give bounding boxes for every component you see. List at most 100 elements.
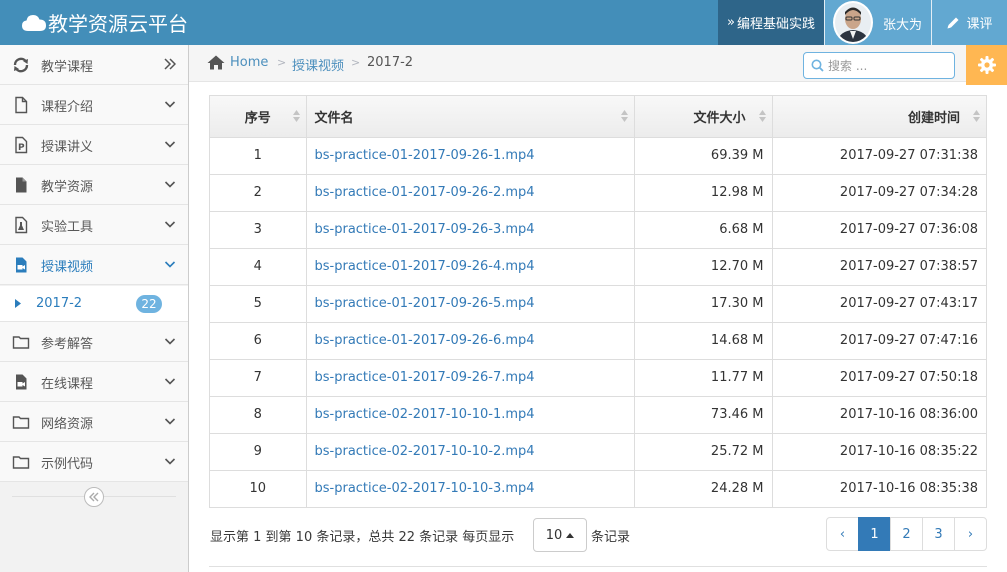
- chevron-down-icon: [164, 418, 176, 425]
- file-link[interactable]: bs-practice-01-2017-09-26-3.mp4: [305, 210, 635, 249]
- file-link[interactable]: bs-practice-01-2017-09-26-1.mp4: [305, 136, 635, 175]
- column-header-created[interactable]: 创建时间: [771, 96, 986, 138]
- cell-no: 9: [210, 432, 307, 471]
- sidebar-item-label: 在线课程: [41, 377, 94, 392]
- breadcrumb-separator: >: [351, 56, 361, 69]
- page-size-select[interactable]: 10: [533, 518, 587, 552]
- column-header-filename[interactable]: 文件名: [305, 96, 635, 138]
- sidebar-item-label: 课程介绍: [41, 100, 94, 115]
- sidebar-item-label: 教学资源: [41, 180, 94, 195]
- file-link[interactable]: bs-practice-02-2017-10-10-2.mp4: [305, 432, 635, 471]
- cell-created: 2017-09-27 07:50:18: [771, 358, 986, 397]
- cell-no: 7: [210, 358, 307, 397]
- cell-created: 2017-10-16 08:35:22: [771, 432, 986, 471]
- cell-no: 2: [210, 173, 307, 212]
- search-input[interactable]: [828, 56, 948, 75]
- column-header-label: 序号: [244, 110, 271, 126]
- table-row: 9 bs-practice-02-2017-10-10-2.mp4 25.72 …: [210, 432, 986, 471]
- folder-icon: [12, 456, 30, 469]
- sidebar-item-lecture-notes[interactable]: P 授课讲义: [0, 125, 188, 165]
- pagination-next-button[interactable]: ›: [954, 517, 987, 551]
- chevron-down-icon: [164, 101, 176, 108]
- file-link[interactable]: bs-practice-01-2017-09-26-6.mp4: [305, 321, 635, 360]
- file-link[interactable]: bs-practice-01-2017-09-26-4.mp4: [305, 247, 635, 286]
- file-link[interactable]: bs-practice-02-2017-10-10-3.mp4: [305, 469, 635, 508]
- sidebar-item-label: 授课视频: [41, 260, 94, 275]
- column-header-filesize[interactable]: 文件大小: [633, 96, 773, 138]
- table-row: 2 bs-practice-01-2017-09-26-2.mp4 12.98 …: [210, 173, 986, 212]
- sidebar-item-reference-answers[interactable]: 参考解答: [0, 322, 188, 362]
- file-icon: [15, 96, 28, 114]
- sidebar: 教学课程 课程介绍 P 授课讲义 教学资源 实验工具 授课视频 2017-2 2…: [0, 45, 189, 572]
- file-solid-icon: [16, 177, 27, 193]
- settings-button[interactable]: [966, 45, 1007, 85]
- course-link-label: 编程基础实践: [736, 17, 815, 32]
- sidebar-item-lab-tools[interactable]: 实验工具: [0, 205, 188, 245]
- file-table-container: 序号 文件名 文件大小 创建时间 1 bs-practice-01-2017-0…: [209, 95, 987, 508]
- cell-no: 6: [210, 321, 307, 360]
- cell-size: 12.98 M: [633, 173, 773, 212]
- file-link[interactable]: bs-practice-01-2017-09-26-7.mp4: [305, 358, 635, 397]
- eval-link[interactable]: 课评: [932, 0, 1007, 45]
- cell-created: 2017-09-27 07:36:08: [771, 210, 986, 249]
- sidebar-subitem-2017-2[interactable]: 2017-2 22: [0, 286, 188, 322]
- cell-no: 4: [210, 247, 307, 286]
- pagination-prev-button[interactable]: ‹: [826, 517, 859, 551]
- brand[interactable]: 教学资源云平台: [22, 0, 188, 45]
- file-link[interactable]: bs-practice-01-2017-09-26-5.mp4: [305, 284, 635, 323]
- user-photo-icon: [835, 3, 871, 42]
- cell-created: 2017-09-27 07:34:28: [771, 173, 986, 212]
- refresh-icon: [13, 57, 29, 73]
- sidebar-item-label: 实验工具: [41, 220, 94, 235]
- sidebar-item-web-resources[interactable]: 网络资源: [0, 402, 188, 442]
- home-icon: [207, 55, 225, 70]
- user-menu[interactable]: 张大为: [825, 0, 931, 45]
- gear-icon: [977, 56, 996, 74]
- column-header-label: 文件大小: [693, 110, 746, 126]
- pagination-summary: 显示第 1 到第 10 条记录，总共 22 条记录 每页显示: [210, 530, 515, 545]
- pagination-page-3[interactable]: 3: [922, 517, 955, 551]
- sidebar-item-teaching-resources[interactable]: 教学资源: [0, 165, 188, 205]
- sidebar-subitem-label: 2017-2: [36, 296, 83, 311]
- pagination: ‹ 1 2 3 ›: [826, 517, 987, 551]
- sidebar-item-online-courses[interactable]: 在线课程: [0, 362, 188, 402]
- table-row: 10 bs-practice-02-2017-10-10-3.mp4 24.28…: [210, 469, 986, 508]
- folder-icon: [12, 336, 30, 349]
- sidebar-item-label: 授课讲义: [41, 140, 94, 155]
- column-header-no[interactable]: 序号: [210, 96, 307, 138]
- top-navbar: 教学资源云平台 » 编程基础实践 张大为 课评: [0, 0, 1007, 45]
- sort-icon: [973, 110, 980, 122]
- file-powerpoint-icon: P: [15, 136, 28, 154]
- breadcrumb-level1-link[interactable]: 授课视频: [292, 55, 344, 74]
- sidebar-item-label: 示例代码: [41, 457, 94, 472]
- pagination-page-1[interactable]: 1: [858, 517, 891, 551]
- sidebar-item-lecture-videos[interactable]: 授课视频: [0, 245, 188, 285]
- file-link[interactable]: bs-practice-02-2017-10-10-1.mp4: [305, 395, 635, 434]
- sidebar-collapse-button[interactable]: [84, 487, 104, 507]
- sidebar-item-course-intro[interactable]: 课程介绍: [0, 85, 188, 125]
- sidebar-item-sample-code[interactable]: 示例代码: [0, 442, 188, 482]
- breadcrumb-current: 2017-2: [367, 55, 414, 70]
- sidebar-item-teaching-course[interactable]: 教学课程: [0, 45, 188, 85]
- search-box: [803, 52, 955, 79]
- table-row: 1 bs-practice-01-2017-09-26-1.mp4 69.39 …: [210, 136, 986, 175]
- column-header-label: 创建时间: [907, 110, 960, 126]
- sort-icon: [620, 110, 628, 122]
- table-row: 3 bs-practice-01-2017-09-26-3.mp4 6.68 M…: [210, 210, 986, 249]
- table-header-row: 序号 文件名 文件大小 创建时间: [210, 96, 986, 138]
- breadcrumb-separator: >: [277, 56, 287, 69]
- cell-no: 5: [210, 284, 307, 323]
- cell-size: 73.46 M: [633, 395, 773, 434]
- svg-text:P: P: [18, 143, 25, 153]
- content-bottom-border: [209, 566, 987, 567]
- file-link[interactable]: bs-practice-01-2017-09-26-2.mp4: [305, 173, 635, 212]
- pencil-icon: [947, 17, 959, 28]
- cell-created: 2017-10-16 08:35:38: [771, 469, 986, 508]
- double-angle-left-icon: [89, 492, 99, 502]
- cell-created: 2017-09-27 07:31:38: [771, 136, 986, 175]
- course-link[interactable]: » 编程基础实践: [718, 0, 824, 45]
- column-header-label: 文件名: [314, 110, 354, 126]
- sort-icon: [292, 110, 300, 122]
- breadcrumb-home-link[interactable]: Home: [230, 55, 268, 70]
- pagination-page-2[interactable]: 2: [890, 517, 923, 551]
